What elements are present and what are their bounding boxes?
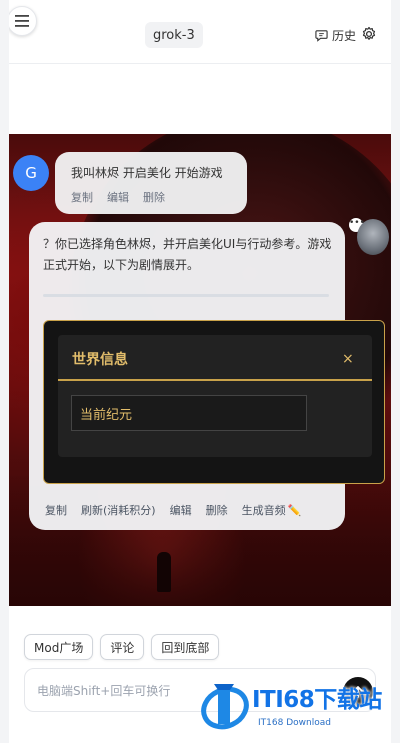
user-message-text: 我叫林烬 开启美化 开始游戏: [71, 166, 223, 180]
menu-button[interactable]: [9, 6, 37, 36]
delete-button[interactable]: 删除: [143, 189, 165, 205]
watermark-logo-icon: [201, 684, 249, 730]
refresh-button[interactable]: 刷新(消耗积分): [81, 502, 156, 518]
site-watermark: ITI68下载站 IT168 Download: [196, 672, 396, 742]
generate-audio-label: 生成音频: [241, 504, 286, 517]
generate-audio-button[interactable]: 生成音频 ✏️: [242, 502, 302, 518]
assistant-message-actions: 复制 刷新(消耗积分) 编辑 删除 生成音频 ✏️: [45, 502, 301, 518]
assistant-message-text: ？你已选择角色林烬，并开启美化UI与行动参考。游戏正式开始，以下为剧情展开。: [43, 237, 332, 272]
user-avatar: G: [13, 155, 49, 191]
watermark-subtext: IT168 Download: [258, 718, 331, 728]
assistant-avatar: [357, 219, 389, 255]
model-selector[interactable]: grok-3: [145, 22, 203, 48]
delete-button[interactable]: 删除: [206, 502, 228, 518]
world-info-panel: 世界信息 × 当前纪元: [43, 320, 385, 484]
world-info-inner: 世界信息 × 当前纪元: [58, 335, 372, 457]
current-era-field[interactable]: 当前纪元: [71, 395, 307, 431]
mod-square-button[interactable]: Mod广场: [24, 634, 94, 660]
edit-button[interactable]: 编辑: [170, 502, 192, 518]
settings-button[interactable]: [361, 26, 377, 46]
copy-button[interactable]: 复制: [71, 189, 93, 205]
edit-button[interactable]: 编辑: [107, 189, 129, 205]
gear-icon: [362, 26, 376, 40]
user-message-actions: 复制 编辑 删除: [71, 189, 233, 205]
lone-figure: [157, 552, 171, 592]
top-bar: grok-3 历史: [9, 0, 391, 64]
message-divider: [43, 294, 329, 297]
world-info-title: 世界信息: [72, 352, 128, 368]
hamburger-icon: [15, 15, 29, 27]
assistant-message-bubble: ？你已选择角色林烬，并开启美化UI与行动参考。游戏正式开始，以下为剧情展开。 世…: [29, 222, 385, 530]
close-icon[interactable]: ×: [342, 351, 354, 367]
app-window: grok-3 历史 G 我叫林烬 开启美化 开始游戏 复制 编辑 删除 ？你已选…: [9, 0, 391, 743]
gold-divider: [58, 379, 372, 381]
comments-button[interactable]: 评论: [100, 634, 145, 660]
chat-history-icon: [315, 30, 328, 42]
quick-action-chips: Mod广场 评论 回到底部: [24, 634, 220, 660]
copy-button[interactable]: 复制: [45, 502, 67, 518]
watermark-text: ITI68下载站: [252, 687, 382, 713]
user-message-bubble: 我叫林烬 开启美化 开始游戏 复制 编辑 删除: [55, 152, 247, 214]
history-label: 历史: [332, 29, 357, 43]
pencil-icon: ✏️: [287, 504, 302, 517]
scroll-to-bottom-button[interactable]: 回到底部: [151, 634, 220, 660]
history-button[interactable]: 历史: [315, 27, 356, 44]
